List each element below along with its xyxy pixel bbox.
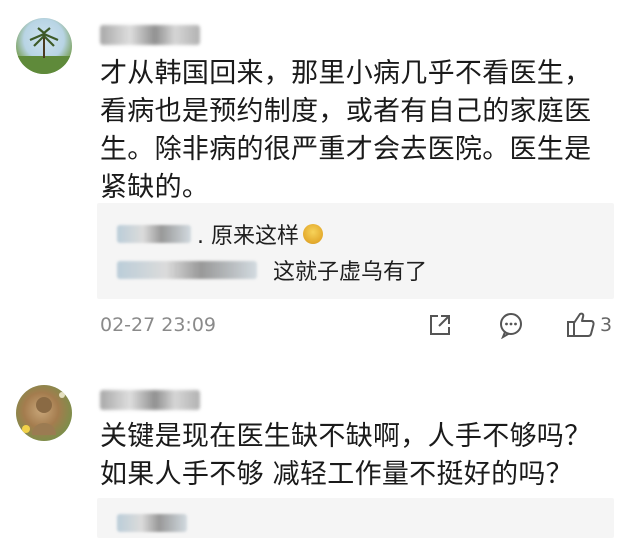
avatar-image [22,392,65,435]
reply-box[interactable]: . 原来这样 这就子虚乌有了 [97,203,614,299]
like-icon [567,312,595,337]
reply-username-redacted[interactable] [117,261,257,279]
share-button[interactable] [427,310,453,340]
emoji-icon [303,224,323,244]
comment-icon [500,313,522,339]
like-count: 3 [600,314,613,336]
reply-text: . 原来这样 [197,224,299,249]
reply-line [117,506,193,540]
reply-box[interactable] [97,498,614,538]
avatar-image [16,27,72,74]
comment-item: 才从韩国回来，那里小病几乎不看医生， 看病也是预约制度，或者有自己的家庭医 生。… [0,0,628,370]
reply-username-redacted[interactable] [117,514,187,532]
like-button[interactable]: 3 [566,310,612,340]
reply-text: 这就子虚乌有了 [273,260,428,285]
comment-body: 关键是现在医生缺不缺啊，人手不够吗？ 如果人手不够 减轻工作量不挺好的吗？ [100,421,592,490]
comment-body: 才从韩国回来，那里小病几乎不看医生， 看病也是预约制度，或者有自己的家庭医 生。… [100,58,592,203]
avatar[interactable] [16,18,72,74]
reply-line: . 原来这样 [117,217,323,251]
comment-meta: 02-27 23:09 3 [100,310,620,340]
timestamp: 02-27 23:09 [100,314,217,336]
avatar[interactable] [16,385,72,441]
username-redacted[interactable] [100,390,200,410]
share-icon [430,315,450,335]
reply-username-redacted[interactable] [117,225,191,243]
reply-button[interactable] [497,310,525,340]
reply-line: 这就子虚乌有了 [117,253,427,287]
username-redacted[interactable] [100,25,200,45]
comment-item: 关键是现在医生缺不缺啊，人手不够吗？ 如果人手不够 减轻工作量不挺好的吗？ [0,370,628,538]
